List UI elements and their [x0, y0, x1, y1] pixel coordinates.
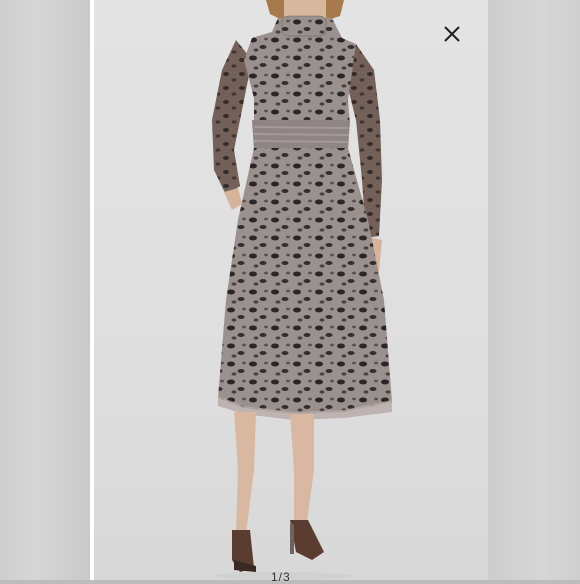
leopard-print-dress-illustration — [212, 0, 392, 580]
product-photo — [94, 0, 488, 580]
close-icon — [444, 26, 460, 42]
page-indicator: 1/3 — [271, 570, 291, 584]
close-button[interactable] — [438, 20, 466, 48]
next-image-preview[interactable] — [488, 0, 580, 580]
previous-image-preview[interactable] — [0, 0, 90, 580]
